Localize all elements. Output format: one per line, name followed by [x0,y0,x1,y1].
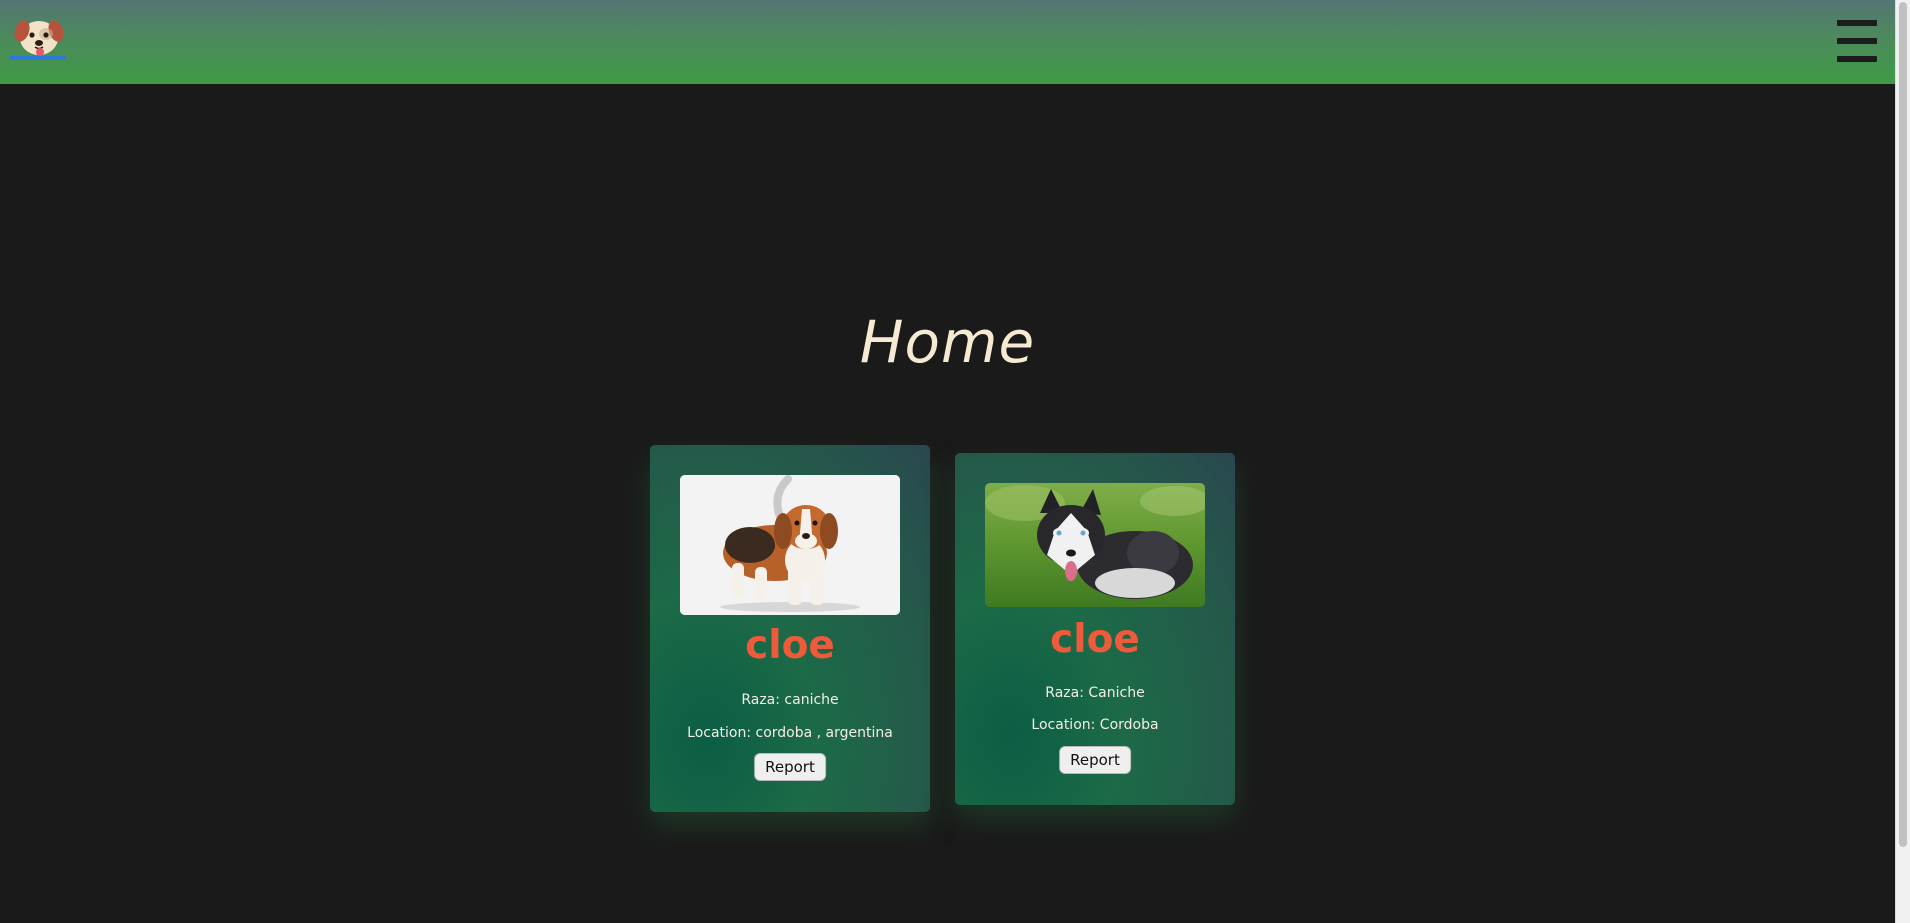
navbar [0,0,1895,84]
beagle-puppy-photo [680,475,900,615]
scrollbar-thumb[interactable] [1899,2,1907,847]
pet-location: Location: cordoba , argentina [687,725,893,741]
page-title: Home [859,308,1036,376]
pet-name: cloe [1050,617,1140,662]
husky-photo [985,483,1205,607]
dog-face-icon[interactable] [10,14,68,62]
menu-bar-bottom [1837,56,1877,62]
pet-card: cloe Raza: Caniche Location: Cordoba Rep… [955,453,1235,805]
pet-card: cloe Raza: caniche Location: cordoba , a… [650,445,930,812]
menu-bar-top [1837,20,1877,26]
report-button[interactable]: Report [1059,746,1131,774]
pet-location: Location: Cordoba [1031,717,1159,733]
hamburger-menu-icon[interactable] [1837,20,1877,62]
pet-name: cloe [745,623,835,668]
menu-bar-middle [1837,38,1877,44]
page: Home cloe Raza: caniche Location: cordob… [0,0,1910,923]
pet-breed: Raza: Caniche [1045,685,1145,701]
report-button[interactable]: Report [754,753,826,781]
scrollbar[interactable] [1895,0,1910,923]
pet-breed: Raza: caniche [741,692,839,708]
